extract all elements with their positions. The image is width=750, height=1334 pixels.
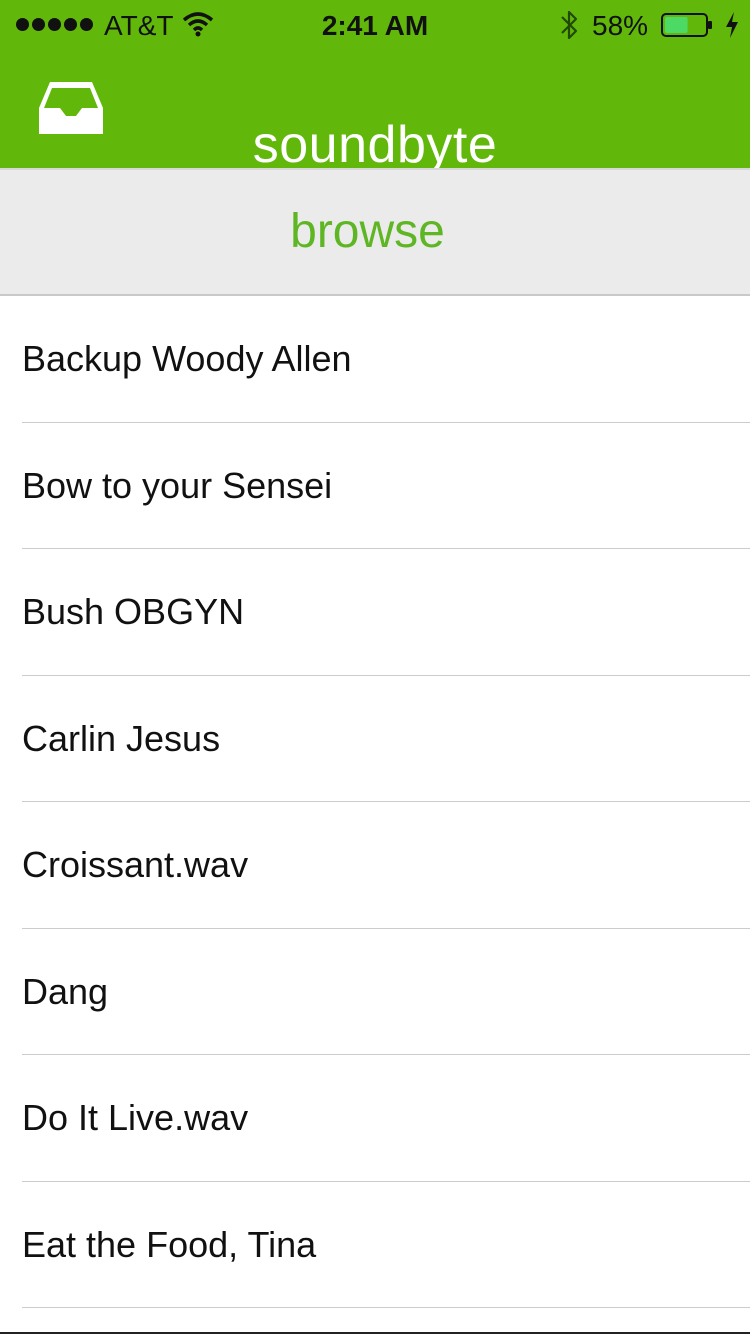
list-item[interactable]: Do It Live.wav — [0, 1055, 750, 1182]
status-bar: AT&T 2:41 AM 58% — [0, 0, 750, 52]
list-item[interactable]: Backup Woody Allen — [0, 296, 750, 423]
list-item[interactable]: Dang — [0, 929, 750, 1056]
sound-name: Do It Live.wav — [22, 1097, 249, 1138]
sound-name: Bow to your Sensei — [22, 464, 333, 506]
charging-bolt-icon — [726, 12, 738, 38]
list-item[interactable]: Croissant.wav — [0, 802, 750, 929]
sound-name: Eat the Food, Tina — [22, 1223, 317, 1265]
section-header: browse — [0, 168, 750, 296]
list-item[interactable]: Carlin Jesus — [0, 676, 750, 803]
bluetooth-icon — [561, 10, 578, 40]
sound-name: Croissant.wav — [22, 844, 249, 885]
battery-percent: 58% — [592, 10, 649, 41]
app-header: AT&T 2:41 AM 58% soundbyte — [0, 0, 750, 174]
sound-name: Dang — [22, 970, 109, 1012]
list-item[interactable]: Eat the Food, Tina — [0, 1182, 750, 1309]
sound-name: Bush OBGYN — [22, 591, 245, 632]
list-item[interactable]: Bow to your Sensei — [0, 423, 750, 550]
battery-icon — [661, 13, 712, 37]
section-title: browse — [290, 205, 445, 258]
sound-name: Backup Woody Allen — [22, 338, 352, 379]
sound-name: Carlin Jesus — [22, 717, 221, 759]
list-item[interactable]: Bush OBGYN — [0, 549, 750, 676]
sound-list: Backup Woody Allen Bow to your Sensei Bu… — [0, 296, 750, 1308]
